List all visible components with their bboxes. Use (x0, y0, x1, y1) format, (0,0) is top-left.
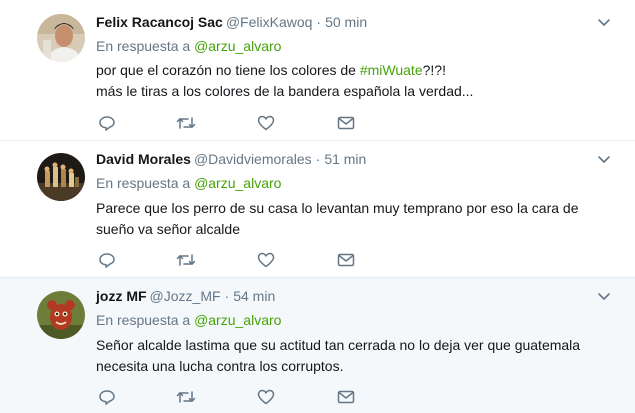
author-fullname[interactable]: Felix Racancoj Sac (96, 14, 223, 30)
tweet-feed: Felix Racancoj Sac @FelixKawoq · 50 min En … (0, 0, 635, 413)
separator-dot: · (224, 288, 230, 304)
tweet-text: Parece que los perro de su casa lo levan… (96, 200, 579, 237)
tweet-header: David Morales @Davidviemorales · 51 min (96, 150, 366, 168)
separator-dot: · (316, 14, 322, 30)
tweet-actions (96, 114, 376, 132)
like-icon[interactable] (256, 388, 276, 406)
separator-dot: · (315, 151, 321, 167)
tweet-header: Felix Racancoj Sac @FelixKawoq · 50 min (96, 13, 367, 31)
like-icon[interactable] (256, 114, 276, 132)
reply-mention-link[interactable]: @arzu_alvaro (194, 175, 281, 191)
like-icon[interactable] (256, 251, 276, 269)
tweet-item[interactable]: Felix Racancoj Sac @FelixKawoq · 50 min En … (0, 0, 635, 141)
reply-mention-link[interactable]: @arzu_alvaro (194, 38, 281, 54)
reply-mention-link[interactable]: @arzu_alvaro (194, 312, 281, 328)
direct-message-icon[interactable] (336, 251, 356, 269)
avatar[interactable] (37, 291, 85, 339)
reply-context: En respuesta a @arzu_alvaro (96, 37, 281, 55)
avatar[interactable] (37, 153, 85, 201)
tweet-text: Señor alcalde lastima que su actitud tan… (96, 337, 581, 374)
direct-message-icon[interactable] (336, 114, 356, 132)
author-fullname[interactable]: jozz MF (96, 288, 147, 304)
more-options-caret-icon[interactable] (597, 291, 611, 303)
direct-message-icon[interactable] (336, 388, 356, 406)
tweet-actions (96, 251, 376, 269)
hashtag-link[interactable]: #miWuate (360, 62, 423, 78)
reply-icon[interactable] (97, 388, 117, 406)
reply-icon[interactable] (97, 114, 117, 132)
retweet-icon[interactable] (176, 114, 196, 132)
retweet-icon[interactable] (176, 388, 196, 406)
author-username[interactable]: @FelixKawoq (226, 14, 313, 30)
author-username[interactable]: @Jozz_MF (150, 288, 221, 304)
author-username[interactable]: @Davidviemorales (194, 151, 312, 167)
tweet-timestamp[interactable]: 51 min (324, 151, 366, 167)
reply-prefix: En respuesta a (96, 312, 191, 328)
avatar[interactable] (37, 14, 85, 62)
reply-context: En respuesta a @arzu_alvaro (96, 174, 281, 192)
tweet-item[interactable]: jozz MF @Jozz_MF · 54 min En respuesta a @a… (0, 278, 635, 413)
tweet-actions (96, 388, 376, 406)
reply-prefix: En respuesta a (96, 175, 191, 191)
tweet-item[interactable]: David Morales @Davidviemorales · 51 min En … (0, 141, 635, 278)
reply-icon[interactable] (97, 251, 117, 269)
author-fullname[interactable]: David Morales (96, 151, 191, 167)
tweet-timestamp[interactable]: 50 min (325, 14, 367, 30)
reply-context: En respuesta a @arzu_alvaro (96, 311, 281, 329)
tweet-timestamp[interactable]: 54 min (233, 288, 275, 304)
tweet-header: jozz MF @Jozz_MF · 54 min (96, 287, 275, 305)
more-options-caret-icon[interactable] (597, 154, 611, 166)
more-options-caret-icon[interactable] (597, 17, 611, 29)
reply-prefix: En respuesta a (96, 38, 191, 54)
tweet-text-part: por que el corazón no tiene los colores … (96, 62, 360, 78)
retweet-icon[interactable] (176, 251, 196, 269)
tweet-text: por que el corazón no tiene los colores … (96, 60, 615, 102)
